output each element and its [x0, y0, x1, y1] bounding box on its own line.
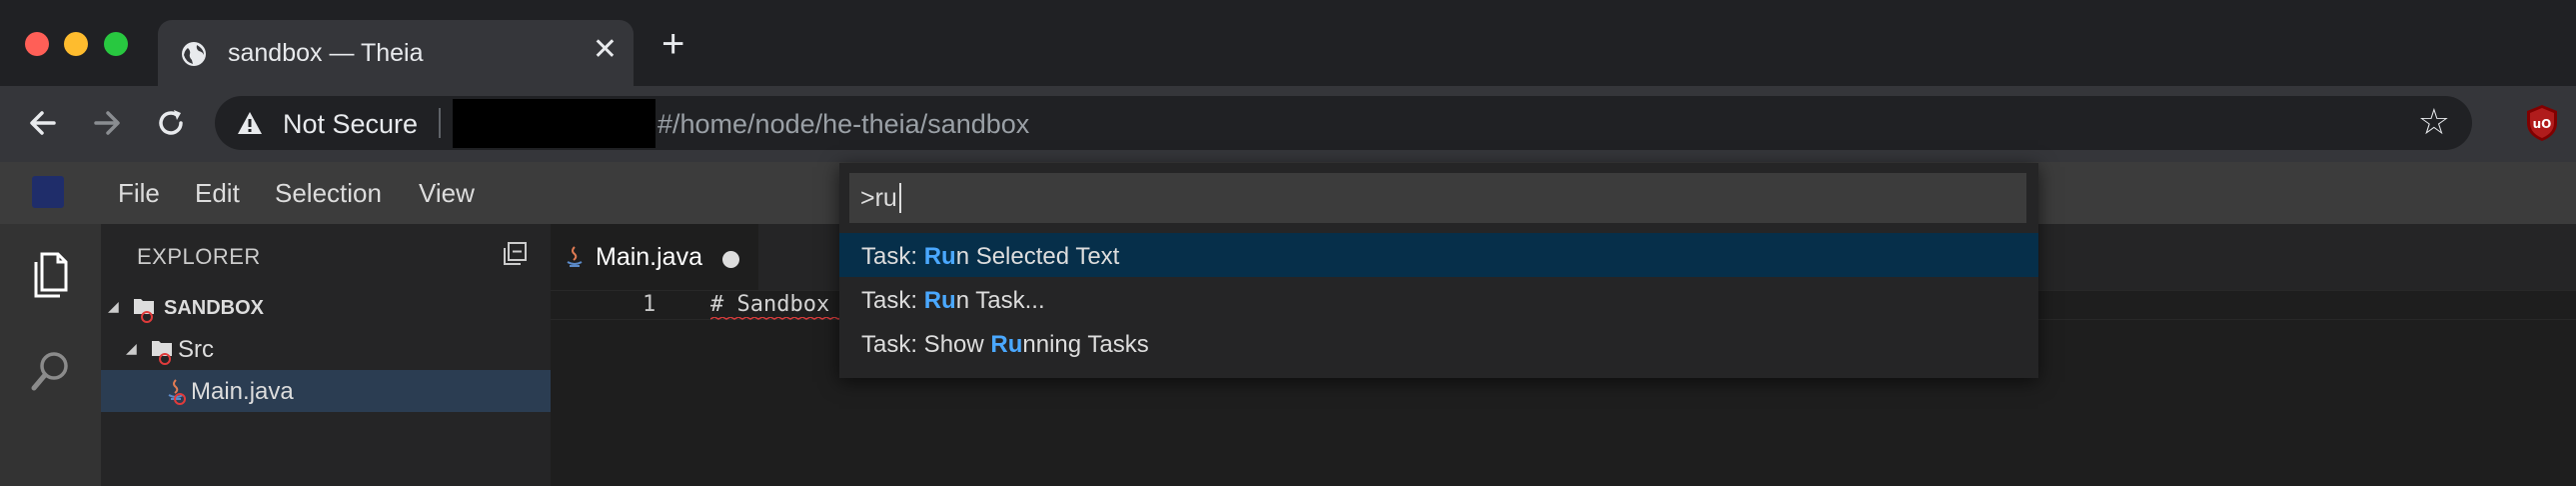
error-badge-icon	[159, 353, 171, 365]
expanded-chevron-icon[interactable]: ◢	[108, 298, 119, 315]
theia-logo-icon	[32, 176, 64, 208]
globe-icon	[182, 42, 206, 66]
palette-item-label: Task: Run Selected Text	[861, 243, 1120, 270]
address-bar[interactable]: Not Secure #/home/node/he-theia/sandbox …	[215, 96, 2472, 150]
address-divider	[439, 108, 441, 138]
window-zoom-button[interactable]	[104, 32, 128, 56]
palette-item-run-selected-text[interactable]: Task: Run Selected Text	[839, 233, 2038, 277]
tab-close-icon[interactable]: ✕	[593, 35, 618, 65]
expanded-chevron-icon[interactable]: ◢	[126, 340, 137, 357]
palette-item-label: Task: Run Task...	[861, 287, 1045, 314]
tree-item-sandbox[interactable]: ◢ SANDBOX	[101, 286, 551, 328]
forward-icon[interactable]	[88, 104, 126, 142]
not-secure-label[interactable]: Not Secure	[283, 109, 418, 140]
url-path[interactable]: #/home/node/he-theia/sandbox	[657, 109, 1029, 140]
window-close-button[interactable]	[25, 32, 49, 56]
editor-tab-label: Main.java	[596, 243, 702, 271]
palette-item-label: Task: Show Running Tasks	[861, 331, 1149, 358]
tree-item-src[interactable]: ◢ Src	[101, 328, 551, 370]
explorer-title: EXPLORER	[137, 244, 261, 269]
line-number: 1	[643, 292, 656, 317]
reload-icon[interactable]	[152, 104, 190, 142]
explorer-panel: EXPLORER ◢ SANDBOX ◢ Src Main.java	[101, 224, 551, 486]
warning-icon	[238, 112, 262, 134]
tree-item-label: Src	[178, 336, 214, 363]
command-palette: Task: Run Selected Text Task: Run Task..…	[839, 163, 2038, 378]
browser-tab-bar: sandbox — Theia ✕ +	[0, 0, 2576, 86]
back-icon[interactable]	[24, 104, 62, 142]
error-badge-icon	[141, 311, 153, 323]
code-line[interactable]: # Sandbox	[710, 292, 829, 317]
activity-bar	[0, 224, 101, 486]
browser-toolbar: Not Secure #/home/node/he-theia/sandbox …	[0, 86, 2576, 162]
redacted-host	[453, 99, 655, 148]
explorer-files-icon[interactable]	[28, 250, 74, 300]
java-file-icon	[567, 246, 583, 267]
menu-file[interactable]: File	[118, 178, 160, 209]
editor-tab-main-java[interactable]: Main.java	[551, 224, 758, 290]
menu-selection[interactable]: Selection	[275, 178, 382, 209]
unsaved-changes-dot-icon[interactable]	[722, 251, 739, 268]
new-tab-button[interactable]: +	[661, 24, 684, 64]
browser-tab-title: sandbox — Theia	[228, 39, 424, 67]
command-palette-input[interactable]	[849, 173, 2026, 223]
palette-item-run-task[interactable]: Task: Run Task...	[839, 277, 2038, 321]
tree-item-label: Main.java	[191, 378, 294, 405]
palette-item-show-running-tasks[interactable]: Task: Show Running Tasks	[839, 321, 2038, 365]
window-minimize-button[interactable]	[64, 32, 88, 56]
menu-edit[interactable]: Edit	[195, 178, 240, 209]
tree-item-main-java[interactable]: Main.java	[101, 370, 551, 412]
error-badge-icon	[174, 393, 186, 405]
browser-tab[interactable]: sandbox — Theia ✕	[158, 20, 634, 86]
ublock-extension-icon[interactable]: uO	[2524, 103, 2560, 143]
tree-item-label: SANDBOX	[164, 297, 265, 319]
bookmark-star-icon[interactable]: ☆	[2418, 104, 2450, 140]
text-caret	[899, 183, 901, 213]
svg-text:uO: uO	[2533, 117, 2552, 131]
collapse-all-icon[interactable]	[501, 240, 529, 268]
search-icon[interactable]	[28, 348, 74, 398]
menu-view[interactable]: View	[419, 178, 475, 209]
